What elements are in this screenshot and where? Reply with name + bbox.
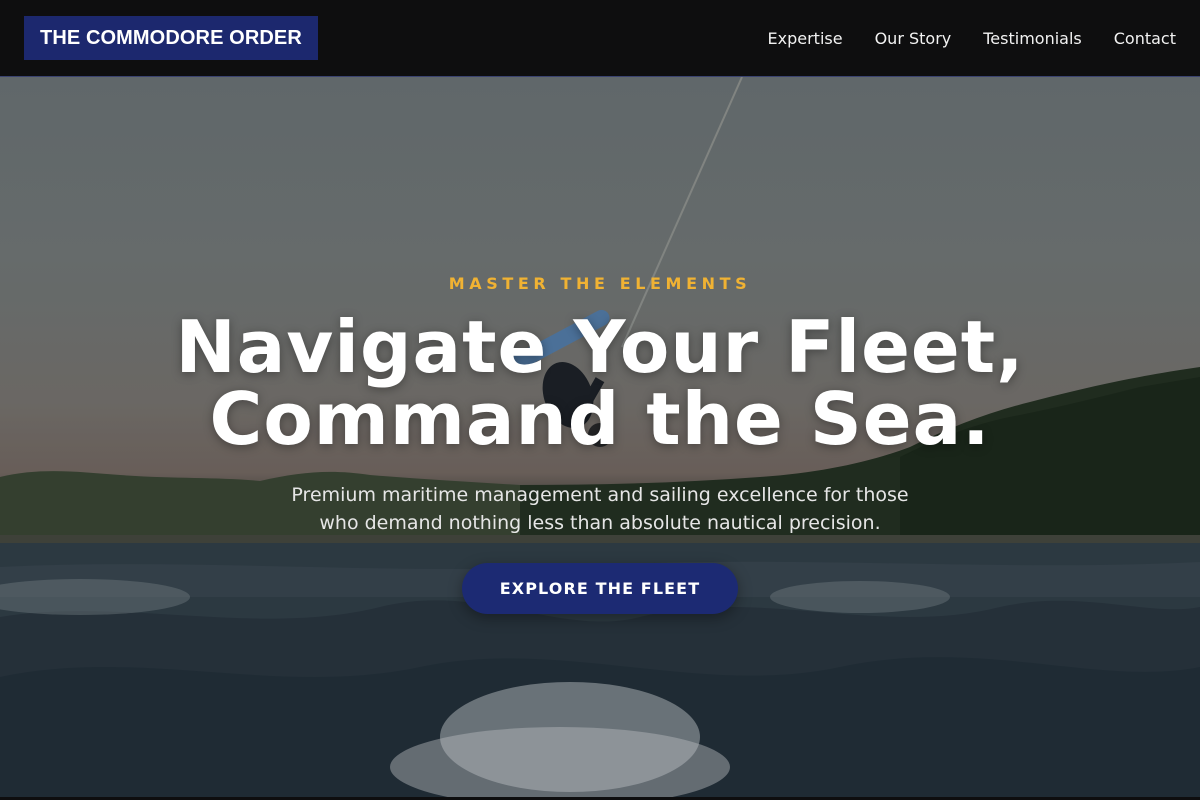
hero-headline: Navigate Your Fleet, Command the Sea.	[0, 311, 1200, 455]
nav-link-contact[interactable]: Contact	[1114, 29, 1176, 48]
nav-link-testimonials[interactable]: Testimonials	[983, 29, 1082, 48]
hero-subtitle: Premium maritime management and sailing …	[270, 481, 930, 537]
hero-eyebrow: MASTER THE ELEMENTS	[448, 274, 752, 293]
nav-link-expertise[interactable]: Expertise	[768, 29, 843, 48]
hero-subtitle-line-1: Premium maritime management and sailing …	[291, 484, 909, 506]
hero-headline-line-2: Command the Sea.	[209, 377, 991, 461]
brand-logo[interactable]: THE COMMODORE ORDER	[24, 16, 318, 60]
hero-subtitle-line-2: who demand nothing less than absolute na…	[319, 512, 881, 534]
hero-content: MASTER THE ELEMENTS Navigate Your Fleet,…	[0, 77, 1200, 797]
site-header: THE COMMODORE ORDER Expertise Our Story …	[0, 0, 1200, 77]
explore-fleet-button[interactable]: EXPLORE THE FLEET	[462, 563, 738, 614]
hero-section: MASTER THE ELEMENTS Navigate Your Fleet,…	[0, 77, 1200, 797]
main-nav: Expertise Our Story Testimonials Contact	[768, 29, 1176, 48]
nav-link-our-story[interactable]: Our Story	[875, 29, 952, 48]
